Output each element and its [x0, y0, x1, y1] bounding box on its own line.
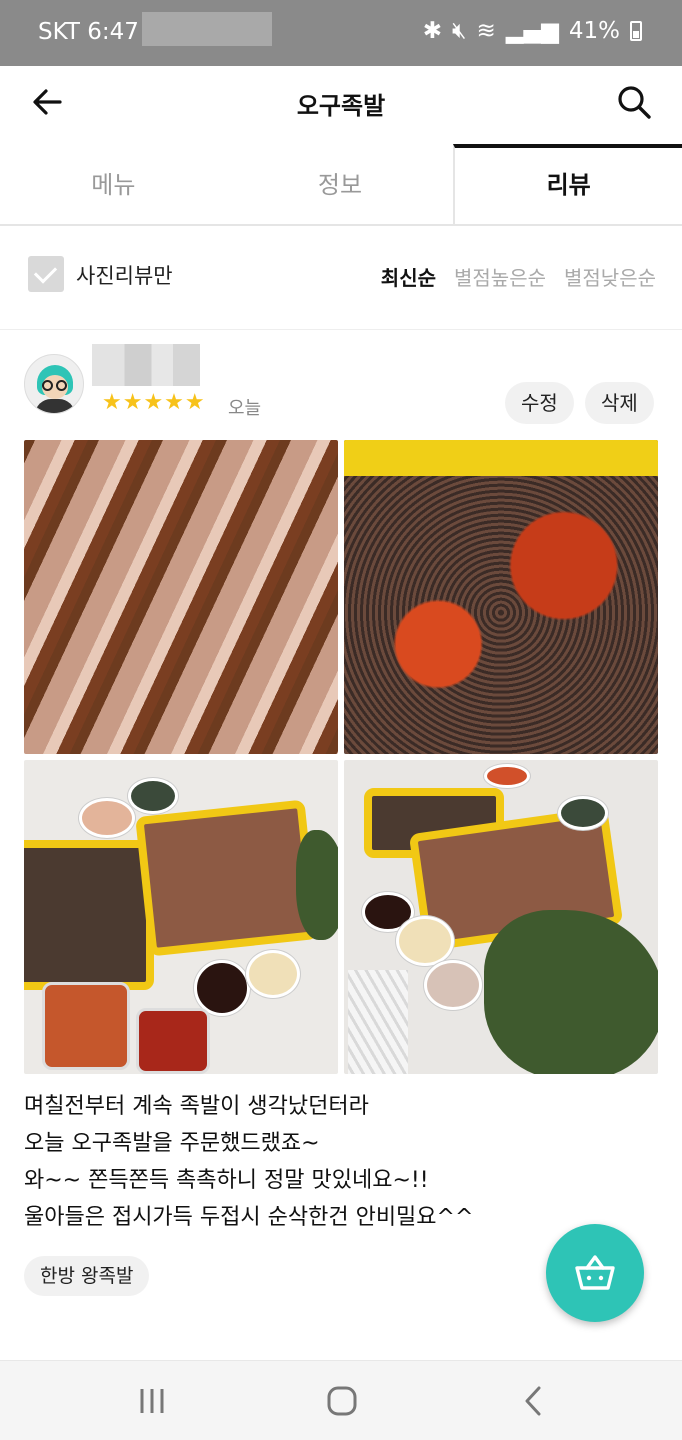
sort-latest[interactable]: 최신순 [381, 262, 436, 291]
signal-icon: ▂▄▆ [505, 18, 559, 44]
delete-button[interactable]: 삭제 [585, 382, 654, 424]
review-photo-table[interactable] [344, 760, 658, 1074]
review-photos [24, 440, 658, 1074]
status-icons: ✱ 🔇︎ ≋ ▂▄▆ 41% [423, 18, 642, 44]
sort-rating-low[interactable]: 별점낮은순 [564, 262, 656, 291]
review-filters: 사진리뷰만 최신순 별점높은순 별점낮은순 [0, 226, 682, 330]
status-blur [142, 12, 272, 46]
app-header: 오구족발 [0, 66, 682, 144]
tab-menu[interactable]: 메뉴 [0, 144, 227, 224]
tab-info[interactable]: 정보 [227, 144, 454, 224]
battery-icon [630, 21, 642, 41]
avatar[interactable] [24, 354, 84, 414]
review-text: 며칠전부터 계속 족발이 생각났던터라 오늘 오구족발을 주문했드랬죠~ 와~~… [24, 1088, 473, 1236]
photo-only-checkbox[interactable] [28, 256, 64, 292]
mute-icon: 🔇︎ [452, 18, 467, 44]
tab-review[interactable]: 리뷰 [453, 144, 682, 224]
edit-button[interactable]: 수정 [505, 382, 574, 424]
review-text-line: 며칠전부터 계속 족발이 생각났던터라 [24, 1094, 369, 1119]
menu-tag: 한방 왕족발 [24, 1256, 150, 1296]
back-nav-icon[interactable] [514, 1383, 554, 1419]
photo-only-label[interactable]: 사진리뷰만 [76, 260, 173, 290]
sort-options: 최신순 별점높은순 별점낮은순 [381, 262, 656, 291]
cart-button[interactable] [546, 1224, 644, 1322]
battery-level: 41% [568, 18, 620, 44]
search-icon[interactable] [616, 84, 652, 120]
sort-rating-high[interactable]: 별점높은순 [454, 262, 546, 291]
review-photo-trays[interactable] [24, 760, 338, 1074]
username-blurred [92, 344, 200, 386]
home-icon[interactable] [322, 1383, 362, 1419]
basket-icon [575, 1255, 615, 1290]
review-text-line: 오늘 오구족발을 주문했드랬죠~ [24, 1131, 320, 1156]
wifi-icon: ≋ [476, 18, 496, 44]
carrier-time: SKT 6:47 [38, 19, 139, 45]
review-photo-noodles[interactable] [344, 440, 658, 754]
page-title: 오구족발 [296, 92, 386, 120]
review-date: 오늘 [228, 398, 262, 419]
rating-stars: ★★★★★ [102, 390, 206, 415]
review-photo-jokbal[interactable] [24, 440, 338, 754]
recent-apps-icon[interactable] [132, 1383, 172, 1419]
review-text-line: 울아들은 접시가득 두접시 순삭한건 안비밀요^^ [24, 1205, 474, 1230]
review-text-line: 와~~ 쫀득쫀득 촉촉하니 정말 맛있네요~!! [24, 1168, 429, 1193]
system-nav-bar [0, 1360, 682, 1440]
bluetooth-icon: ✱ [422, 18, 443, 44]
status-bar: SKT 6:47 ✱ 🔇︎ ≋ ▂▄▆ 41% [0, 0, 682, 66]
tab-bar: 메뉴 정보 리뷰 [0, 144, 682, 226]
